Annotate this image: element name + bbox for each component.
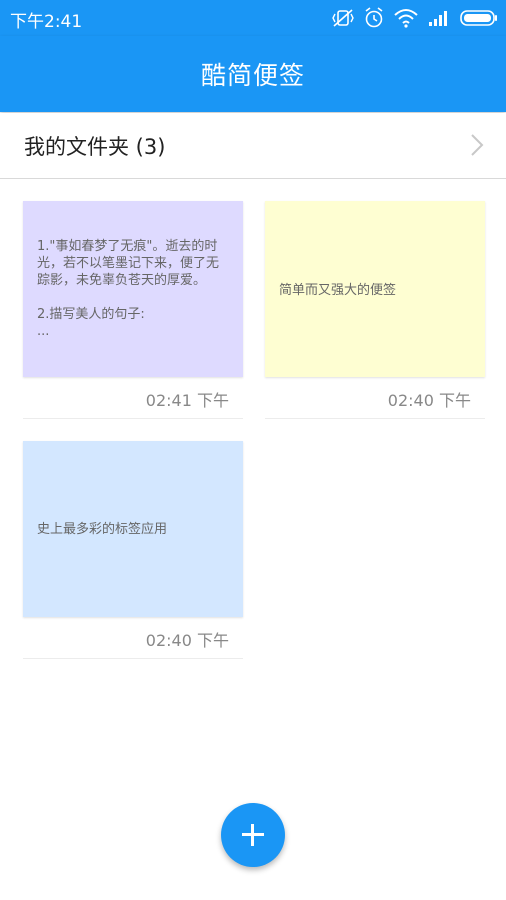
alarm-icon [365,7,383,28]
note-text: 史上最多彩的标签应用 [37,522,168,537]
note-divider [265,418,485,419]
note-text: 简单而又强大的便签 [279,283,397,298]
note-card[interactable]: 简单而又强大的便签 02:40 下午 [265,201,485,419]
signal-icon [429,11,447,26]
add-note-button[interactable] [221,803,285,867]
vibrate-off-icon [332,9,354,27]
note-time: 02:40 下午 [387,391,471,410]
status-icons [332,6,498,30]
note-card[interactable]: 1."事如春梦了无痕"。逝去的时光，若不以笔墨记下来，便了无踪影，未免辜负苍天的… [23,201,243,419]
note-time: 02:40 下午 [145,631,229,650]
battery-icon [460,10,497,26]
app-title: 酷简便签 [200,61,305,90]
folder-row[interactable]: 我的文件夹 (3) [0,113,506,179]
note-text: 1."事如春梦了无痕"。逝去的时光，若不以笔墨记下来，便了无踪影，未免辜负苍天的… [37,239,220,339]
chevron-right-icon [471,134,484,156]
wifi-icon [394,9,418,28]
note-card[interactable]: 史上最多彩的标签应用 02:40 下午 [23,441,243,659]
app-bar: 酷简便签 [0,36,506,112]
note-divider [23,418,243,419]
status-time: 下午2:41 [10,12,83,32]
status-bar: 下午2:41 [0,0,506,36]
note-time: 02:41 下午 [145,391,229,410]
note-divider [23,658,243,659]
folder-label: 我的文件夹 (3) [24,135,166,159]
